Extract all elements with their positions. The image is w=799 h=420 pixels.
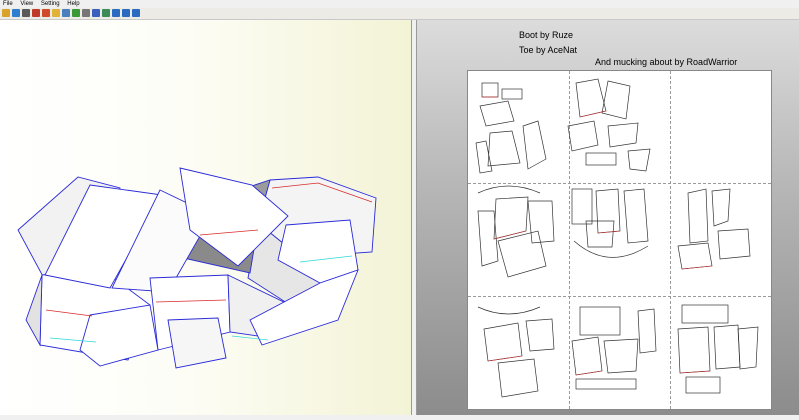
page-icon[interactable]: [112, 9, 120, 17]
boot-3d-model: [17, 167, 377, 369]
window-icon[interactable]: [122, 9, 130, 17]
credit-mucking: And mucking about by RoadWarrior: [595, 57, 738, 67]
pencil-icon[interactable]: [72, 9, 80, 17]
menu-help[interactable]: Help: [64, 0, 82, 8]
unfold-parts: [475, 78, 759, 398]
globe-icon[interactable]: [12, 9, 20, 17]
open-folder-icon[interactable]: [2, 9, 10, 17]
color-ball-icon[interactable]: [42, 9, 50, 17]
2d-unfold-view[interactable]: Boot by Ruze Toe by AceNat And mucking a…: [416, 20, 799, 415]
grid-icon[interactable]: [62, 9, 70, 17]
layout-icon[interactable]: [102, 9, 110, 17]
paper-sheet: [467, 70, 772, 410]
print-icon[interactable]: [22, 9, 30, 17]
menu-view[interactable]: View: [17, 0, 36, 8]
toolbar: [0, 8, 799, 20]
menu-file[interactable]: File: [0, 0, 16, 8]
credit-toe: Toe by AceNat: [519, 45, 578, 55]
menu-bar: File View Setting Help: [0, 0, 799, 8]
credit-boot: Boot by Ruze: [519, 30, 574, 40]
wrench-icon[interactable]: [82, 9, 90, 17]
3d-model-view[interactable]: [0, 20, 412, 415]
menu-setting[interactable]: Setting: [38, 0, 63, 8]
info-icon[interactable]: [132, 9, 140, 17]
export-red-icon[interactable]: [32, 9, 40, 17]
selected-mode-icon[interactable]: [52, 9, 60, 17]
arrow-icon[interactable]: [92, 9, 100, 17]
